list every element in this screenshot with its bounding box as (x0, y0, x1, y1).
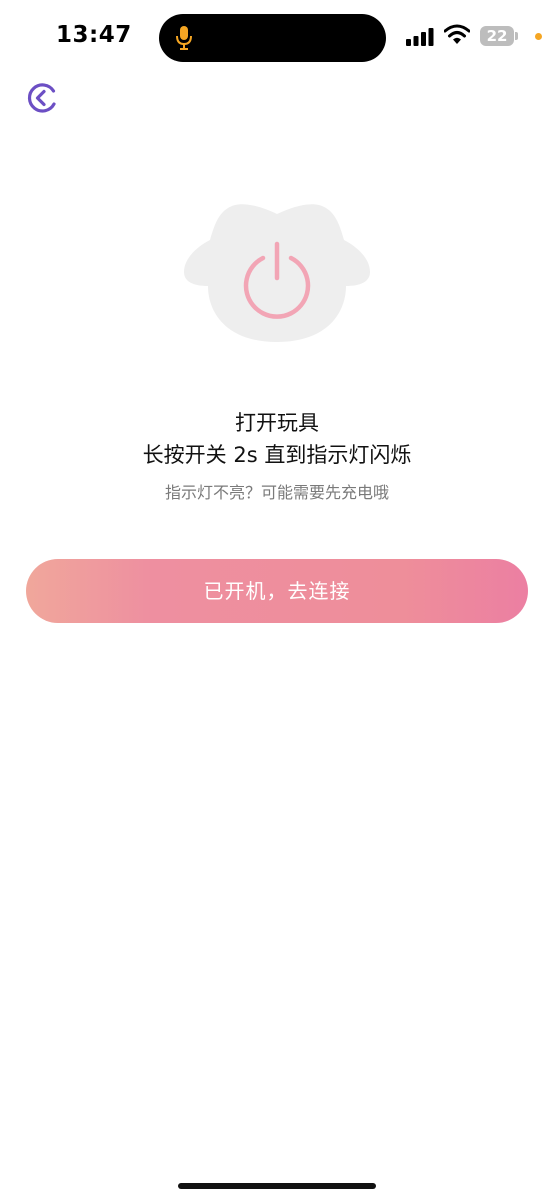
microphone-icon (176, 26, 192, 50)
page-title: 打开玩具 (235, 411, 319, 435)
back-button[interactable] (24, 80, 60, 116)
instruction-text: 长按开关 2s 直到指示灯闪烁 (142, 443, 412, 467)
screen: 13:47 22 打开玩具 长按开关 2s 直到指示灯闪烁 指示灯不亮？可能需要… (0, 0, 554, 1200)
privacy-indicator-dot (535, 33, 542, 40)
status-time: 13:47 (56, 22, 132, 48)
toy-power-illustration (184, 204, 370, 342)
battery-tip (515, 32, 518, 40)
dynamic-island (159, 14, 386, 62)
battery-icon: 22 (480, 26, 518, 46)
status-bar: 13:47 22 (0, 0, 554, 76)
connect-button[interactable]: 已开机，去连接 (26, 559, 528, 623)
cellular-signal-icon (406, 28, 434, 46)
charging-hint: 指示灯不亮？可能需要先充电哦 (164, 483, 389, 502)
wifi-icon (444, 24, 470, 44)
home-indicator[interactable] (178, 1183, 376, 1189)
battery-level: 22 (480, 26, 514, 46)
back-arrow-icon (27, 83, 56, 113)
